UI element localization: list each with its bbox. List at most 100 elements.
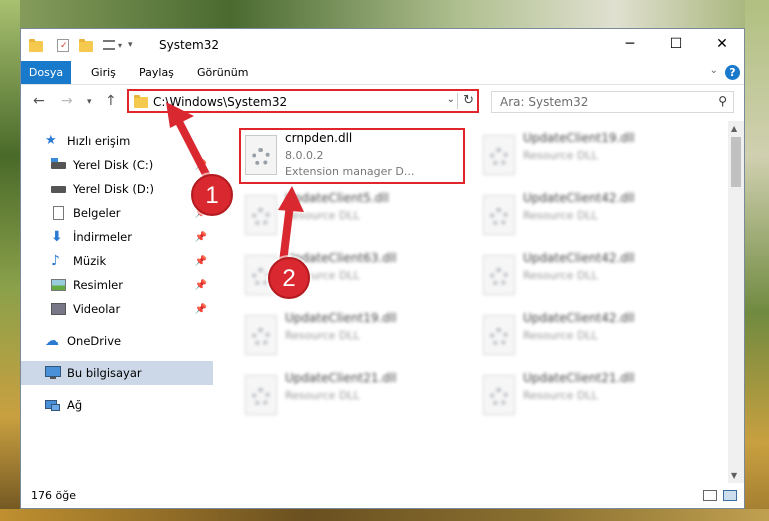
list-item[interactable]: UpdateClient42.dll Resource DLL [477,307,707,363]
annotation-marker-1: 1 [191,174,233,216]
folder-icon[interactable] [29,38,43,52]
divider [457,93,458,109]
navigation-bar: ← → ▾ ↑ C:\Windows\System32 ⌄ ↻ Ara: Sys… [21,85,744,117]
cloud-icon: ☁ [45,333,59,349]
sidebar-item-music[interactable]: ♪ Müzik 📌 [21,249,213,273]
file-type: Resource DLL [523,209,598,222]
dll-file-icon [245,315,277,355]
quick-access-toolbar: ✓ ▾ ▾ [29,37,133,53]
sidebar-item-documents[interactable]: Belgeler 📌 [21,201,213,225]
search-placeholder: Ara: System32 [500,95,589,109]
maximize-button[interactable]: ☐ [653,29,699,59]
sidebar-item-pictures[interactable]: Resimler 📌 [21,273,213,297]
star-icon: ★ [45,133,57,148]
properties-icon[interactable]: ✓ [57,38,69,52]
documents-icon [51,206,67,220]
sidebar-item-label: Videolar [73,302,121,316]
file-name: UpdateClient42.dll [523,251,635,265]
sidebar-item-this-pc[interactable]: Bu bilgisayar [21,361,213,385]
list-item[interactable]: UpdateClient21.dll Resource DLL [239,367,469,423]
sidebar-item-network[interactable]: Ağ [21,393,213,417]
sidebar-item-label: Yerel Disk (C:) [73,158,154,172]
sidebar-item-quick-access[interactable]: ★ Hızlı erişim [21,129,213,153]
dll-file-icon [245,195,277,235]
pin-icon[interactable]: 📌 [195,304,207,315]
computer-icon [45,366,61,380]
address-bar[interactable]: C:\Windows\System32 ⌄ ↻ [127,89,479,113]
sidebar-item-disk-d[interactable]: Yerel Disk (D:) [21,177,213,201]
music-icon: ♪ [51,253,60,269]
tab-share[interactable]: Paylaş [131,61,182,84]
tab-view[interactable]: Görünüm [189,61,256,84]
recent-locations-icon[interactable]: ▾ [87,97,92,107]
status-bar: 176 öğe [21,485,744,508]
sidebar-item-downloads[interactable]: ⬇ İndirmeler 📌 [21,225,213,249]
chevron-down-icon[interactable]: ⌄ [447,94,455,105]
tab-home[interactable]: Giriş [83,61,124,84]
sidebar-item-disk-c[interactable]: Yerel Disk (C:) 📌 [21,153,213,177]
pin-icon[interactable]: 📌 [195,232,207,243]
desktop-background [0,509,769,521]
sidebar-item-label: Müzik [73,254,107,268]
chevron-down-icon[interactable]: ▾ [118,41,122,50]
file-name: UpdateClient19.dll [285,311,397,325]
view-options-icon[interactable] [103,40,115,50]
sidebar-item-videos[interactable]: Videolar 📌 [21,297,213,321]
pictures-icon [51,278,67,292]
network-icon [45,398,61,412]
file-type: Resource DLL [523,149,598,162]
new-folder-icon[interactable] [79,38,93,52]
drive-icon [51,158,67,172]
dll-file-icon [483,315,515,355]
help-icon[interactable]: ? [725,65,740,80]
window-title: System32 [159,38,220,52]
sidebar-item-label: İndirmeler [73,230,132,244]
sidebar-item-onedrive[interactable]: ☁ OneDrive [21,329,213,353]
file-type: Resource DLL [523,329,598,342]
list-item[interactable]: UpdateClient42.dll Resource DLL [477,247,707,303]
forward-arrow-icon[interactable]: → [61,93,73,109]
vertical-scrollbar[interactable]: ▲ ▼ [728,121,744,483]
back-arrow-icon[interactable]: ← [33,93,45,109]
sidebar-item-label: Belgeler [73,206,121,220]
sidebar-item-label: Hızlı erişim [67,134,131,148]
scroll-up-icon[interactable]: ▲ [731,124,737,133]
ribbon-tabs: Dosya Giriş Paylaş Görünüm ⌄ ? [21,61,744,85]
refresh-icon[interactable]: ↻ [463,93,474,108]
list-item[interactable]: UpdateClient21.dll Resource DLL [477,367,707,423]
customize-toolbar-icon[interactable]: ▾ [128,40,133,50]
scroll-down-icon[interactable]: ▼ [731,471,737,480]
address-text[interactable]: C:\Windows\System32 [153,95,287,109]
folder-icon [134,95,148,108]
list-item[interactable]: UpdateClient19.dll Resource DLL [477,127,707,183]
desktop-background [0,0,769,28]
search-input[interactable]: Ara: System32 ⚲ [491,91,734,113]
close-button[interactable]: ✕ [699,29,745,59]
drive-icon [51,182,67,196]
dll-file-icon [483,135,515,175]
dll-file-icon [483,255,515,295]
dll-file-icon [483,195,515,235]
list-item[interactable]: UpdateClient5.dll Resource DLL [239,187,469,243]
details-view-icon[interactable] [703,490,717,501]
minimize-button[interactable]: ─ [607,29,653,59]
title-bar: ✓ ▾ ▾ System32 ─ ☐ ✕ [21,29,744,61]
search-icon[interactable]: ⚲ [718,94,727,108]
desktop-background [0,0,20,521]
file-name: UpdateClient5.dll [285,191,389,205]
sidebar-item-label: OneDrive [67,334,122,348]
item-count: 176 öğe [31,489,76,502]
expand-ribbon-icon[interactable]: ⌄ [710,65,718,76]
desktop-background [745,0,769,521]
pin-icon[interactable]: 📌 [195,280,207,291]
tab-file[interactable]: Dosya [21,61,71,84]
file-type: Resource DLL [523,269,598,282]
sidebar-item-label: Resimler [73,278,123,292]
up-arrow-icon[interactable]: ↑ [105,93,117,109]
pin-icon[interactable]: 📌 [195,256,207,267]
list-item[interactable]: UpdateClient19.dll Resource DLL [239,307,469,363]
large-icons-view-icon[interactable] [723,490,737,501]
pin-icon[interactable]: 📌 [195,160,207,171]
scrollbar-thumb[interactable] [731,137,741,187]
list-item[interactable]: UpdateClient42.dll Resource DLL [477,187,707,243]
